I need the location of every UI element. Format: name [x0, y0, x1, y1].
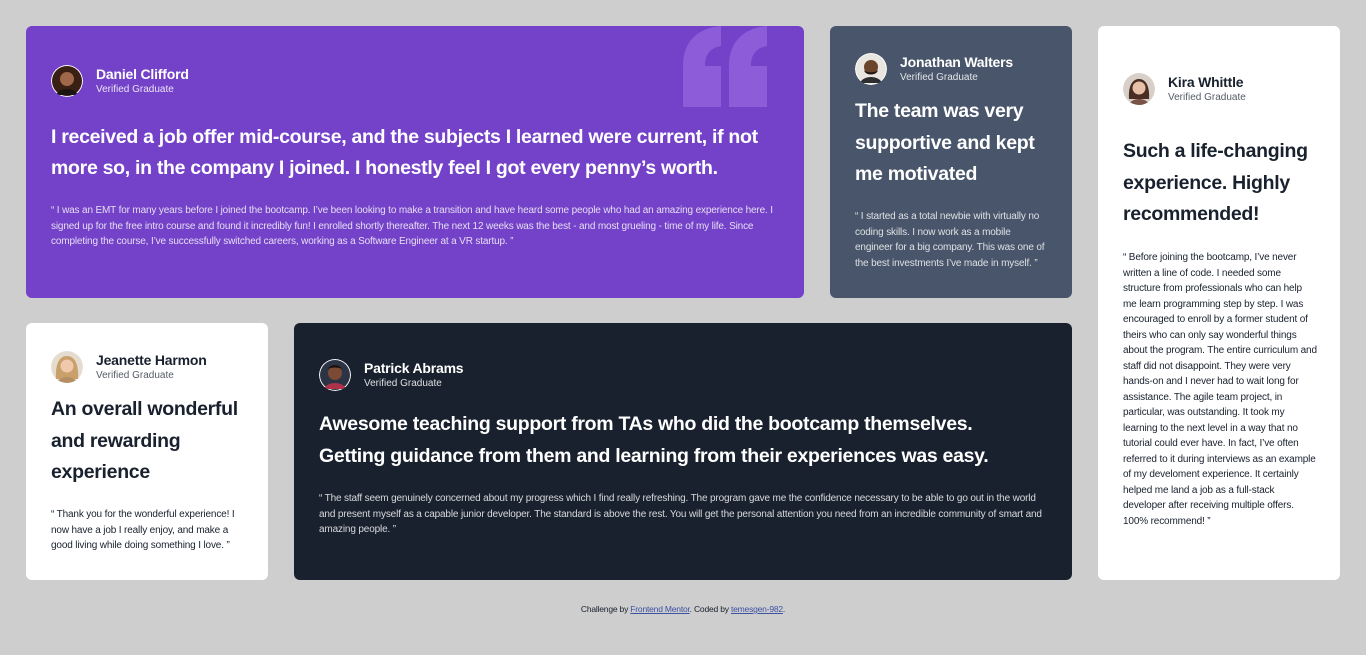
testimonial-body: “ I started as a total newbie with virtu… — [855, 211, 1045, 269]
frontend-mentor-link[interactable]: Frontend Mentor — [630, 604, 690, 614]
author-name: Jeanette Harmon — [96, 352, 207, 368]
author-role: Verified Graduate — [1168, 92, 1246, 103]
jonathan-avatar — [855, 53, 887, 85]
daniel-avatar — [51, 65, 83, 97]
attribution-suffix: . — [782, 604, 786, 614]
testimonial-card-kira: Kira Whittle Verified Graduate Such a li… — [1098, 26, 1340, 580]
author-role: Verified Graduate — [900, 72, 978, 83]
jeanette-avatar — [51, 351, 83, 383]
testimonial-header: Daniel Clifford Verified Graduate — [51, 65, 189, 97]
testimonial-headline: The team was very supportive and kept me… — [855, 100, 1035, 185]
testimonial-body: “ Before joining the bootcamp, I’ve neve… — [1123, 252, 1317, 527]
author-profile-link[interactable]: temesgen-982 — [731, 604, 783, 614]
testimonial-header: Jonathan Walters Verified Graduate — [855, 53, 1013, 85]
attribution-middle: . Coded by — [689, 604, 729, 614]
testimonial-header: Jeanette Harmon Verified Graduate — [51, 351, 207, 383]
testimonial-card-daniel: Daniel Clifford Verified Graduate I rece… — [26, 26, 804, 298]
author-role: Verified Graduate — [96, 84, 174, 95]
author-name: Kira Whittle — [1168, 74, 1244, 90]
testimonial-header: Patrick Abrams Verified Graduate — [319, 359, 464, 391]
author-name: Jonathan Walters — [900, 54, 1013, 70]
testimonial-body: “ Thank you for the wonderful experience… — [51, 509, 235, 551]
author-role: Verified Graduate — [96, 370, 174, 381]
testimonial-headline: An overall wonderful and rewarding exper… — [51, 398, 238, 483]
testimonial-card-jeanette: Jeanette Harmon Verified Graduate An ove… — [26, 323, 268, 580]
author-name: Daniel Clifford — [96, 66, 189, 82]
quotation-mark-icon — [683, 26, 767, 107]
testimonial-card-jonathan: Jonathan Walters Verified Graduate The t… — [830, 26, 1072, 298]
kira-avatar — [1123, 73, 1155, 105]
attribution-prefix: Challenge by — [580, 604, 629, 614]
testimonial-headline: Awesome teaching support from TAs who di… — [319, 413, 989, 467]
attribution: Challenge by Frontend Mentor. Coded by t… — [0, 604, 1366, 614]
testimonial-headline: I received a job offer mid-course, and t… — [51, 126, 758, 179]
testimonial-body: “ I was an EMT for many years before I j… — [51, 205, 773, 247]
patrick-avatar — [319, 359, 351, 391]
testimonial-card-patrick: Patrick Abrams Verified Graduate Awesome… — [294, 323, 1072, 580]
testimonial-headline: Such a life-changing experience. Highly … — [1123, 140, 1308, 225]
author-role: Verified Graduate — [364, 378, 442, 389]
testimonial-body: “ The staff seem genuinely concerned abo… — [319, 493, 1042, 535]
author-name: Patrick Abrams — [364, 360, 464, 376]
testimonial-header: Kira Whittle Verified Graduate — [1123, 73, 1246, 105]
